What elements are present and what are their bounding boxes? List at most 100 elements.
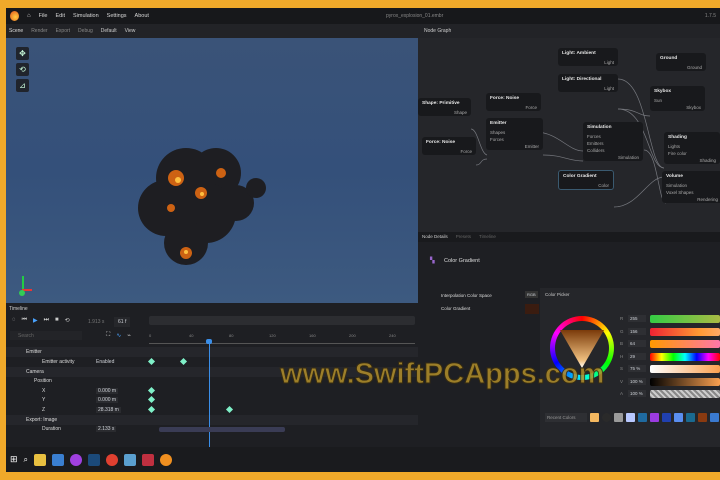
menu-file[interactable]: File — [39, 13, 48, 19]
field-input[interactable]: 100 % — [628, 390, 646, 397]
loop-icon[interactable]: ⟲ — [65, 317, 70, 324]
field-input[interactable]: 100 % — [628, 377, 646, 385]
app-icon-3[interactable] — [142, 453, 155, 466]
home-icon[interactable]: ⌂ — [27, 13, 31, 19]
3d-viewport[interactable]: ✥ ⟲ ⊿ — [6, 38, 418, 303]
channel-slider[interactable] — [650, 340, 720, 348]
node-force-noise[interactable]: Force: Noise Force — [422, 137, 476, 155]
tab-timeline[interactable]: Timeline — [479, 234, 496, 240]
tab-render[interactable]: Render — [31, 28, 47, 34]
timeline-scrollbar[interactable] — [149, 316, 415, 325]
search-icon[interactable]: ⌕ — [24, 455, 28, 465]
node-output-port[interactable]: Emitter — [486, 143, 543, 150]
node-color-gradient[interactable]: Color Gradient Color — [558, 170, 614, 190]
node-output-port[interactable]: Force — [422, 148, 476, 155]
node-simulation[interactable]: Simulation Forces Emitters Colliders Simulat… — [583, 122, 643, 161]
node-input-port[interactable]: Fire color — [664, 150, 720, 157]
timeline-row[interactable]: Z 28.318 m — [6, 405, 418, 415]
node-output-port[interactable]: Simulation — [583, 154, 643, 161]
scale-icon[interactable]: ⊿ — [16, 79, 29, 92]
tab-node-details[interactable]: Node Details — [422, 234, 448, 240]
channel-slider[interactable] — [650, 390, 720, 398]
embergen-taskbar-icon[interactable] — [160, 453, 173, 466]
stop-icon[interactable]: ■ — [55, 317, 59, 324]
row-value[interactable]: 28.318 m — [96, 406, 121, 413]
color-swatch[interactable] — [614, 413, 623, 422]
notepad-icon[interactable] — [52, 453, 65, 466]
color-swatch[interactable] — [638, 413, 647, 422]
node-input-port[interactable]: Voxel Shapes — [662, 189, 720, 196]
node-output-port[interactable]: Light — [558, 85, 618, 92]
timeline-row[interactable]: Y 0.000 m — [6, 395, 418, 405]
node-input-port[interactable]: Sun — [650, 97, 705, 104]
node-volume[interactable]: Volume Simulation Voxel Shapes Rendering — [662, 171, 720, 203]
channel-slider[interactable] — [650, 377, 720, 386]
curve-icon[interactable]: ∿ — [116, 332, 121, 339]
row-value[interactable]: 0.000 m — [96, 396, 119, 403]
node-output-port[interactable]: Ground — [656, 64, 706, 71]
node-input-port[interactable]: Forces — [583, 133, 643, 140]
chrome-icon[interactable] — [106, 453, 119, 466]
row-value[interactable]: 0.000 m — [96, 387, 119, 394]
color-swatch[interactable] — [602, 413, 611, 422]
app-icon-2[interactable] — [124, 453, 137, 466]
tab-export[interactable]: Export — [56, 28, 70, 34]
menu-about[interactable]: About — [135, 13, 149, 19]
channel-slider[interactable] — [650, 352, 720, 361]
node-emitter[interactable]: Emitter Shapes Forces Emitter — [486, 118, 543, 150]
channel-slider[interactable] — [650, 365, 720, 373]
menu-settings[interactable]: Settings — [107, 13, 127, 19]
node-input-port[interactable]: Lights — [664, 143, 720, 150]
move-icon[interactable]: ✥ — [16, 47, 29, 60]
field-input[interactable]: 156 — [628, 327, 646, 335]
field-input[interactable]: 64 — [628, 340, 646, 347]
field-input[interactable]: 255 — [628, 315, 646, 322]
node-graph-canvas[interactable]: Light: Ambient Light Light: Directional Lig… — [418, 38, 720, 232]
color-swatch[interactable] — [686, 413, 695, 422]
color-swatch[interactable] — [626, 413, 635, 422]
menu-simulation[interactable]: Simulation — [73, 13, 99, 19]
node-input-port[interactable]: Emitters — [583, 140, 643, 147]
node-shape-primitive[interactable]: Shape: Primitive Shape — [418, 98, 471, 116]
menu-edit[interactable]: Edit — [56, 13, 65, 19]
node-output-port[interactable]: Rendering — [662, 196, 720, 203]
color-swatch[interactable] — [662, 413, 671, 422]
tab-debug[interactable]: Debug — [78, 28, 93, 34]
node-input-port[interactable]: Colliders — [583, 147, 643, 154]
view-dropdown[interactable]: View — [125, 28, 136, 34]
node-output-port[interactable]: Shading — [664, 157, 720, 164]
frame-field[interactable]: 61 f — [114, 317, 131, 327]
channel-slider[interactable] — [650, 315, 720, 323]
skip-back-icon[interactable]: ⏮ — [22, 317, 27, 324]
node-input-port[interactable]: Simulation — [662, 182, 720, 189]
filter-icon[interactable]: ⛶ — [106, 332, 110, 339]
search-input[interactable]: Search — [10, 331, 82, 340]
steam-icon[interactable] — [88, 453, 101, 466]
node-input-port[interactable]: Forces — [486, 136, 543, 143]
app-icon[interactable] — [70, 453, 83, 466]
node-output-port[interactable]: Skybox — [650, 104, 705, 111]
record-icon[interactable]: ◌ — [12, 317, 16, 324]
color-swatch[interactable] — [650, 413, 659, 422]
row-value[interactable]: Enabled — [94, 359, 116, 365]
node-input-port[interactable]: Shapes — [486, 129, 543, 136]
windows-start-icon[interactable]: ⊞ — [10, 454, 18, 465]
key-icon[interactable]: ⌁ — [127, 332, 131, 339]
node-light-directional[interactable]: Light: Directional Light — [558, 74, 618, 92]
node-skybox[interactable]: Skybox Sun Skybox — [650, 86, 705, 111]
node-output-port[interactable]: Force — [486, 104, 541, 111]
duration-bar[interactable] — [159, 427, 285, 432]
recent-colors-dropdown[interactable]: Recent Colors — [545, 413, 587, 422]
file-explorer-icon[interactable] — [34, 453, 47, 466]
interp-dropdown[interactable]: RGB — [525, 291, 538, 298]
color-swatch[interactable] — [590, 413, 599, 422]
node-output-port[interactable]: Shape — [418, 109, 471, 116]
time-field[interactable]: 1.913 s — [88, 319, 104, 325]
layout-dropdown[interactable]: Default — [101, 28, 117, 34]
timeline-row[interactable]: Emitter — [6, 347, 418, 357]
tab-presets[interactable]: Presets — [456, 234, 471, 240]
play-icon[interactable]: ▶ — [33, 317, 38, 324]
color-swatch[interactable] — [710, 413, 719, 422]
node-light-ambient[interactable]: Light: Ambient Light — [558, 48, 618, 66]
color-swatch[interactable] — [674, 413, 683, 422]
